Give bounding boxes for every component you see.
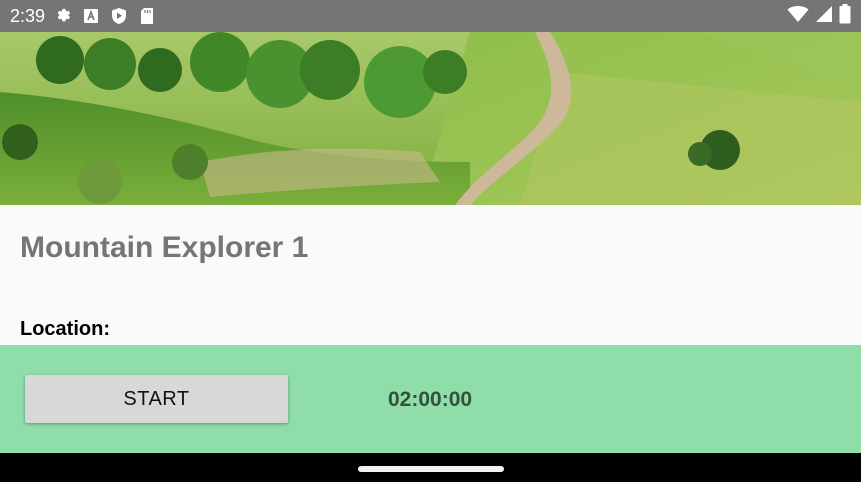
location-label: Location: xyxy=(20,318,110,340)
sd-card-icon xyxy=(137,6,157,26)
navigation-bar xyxy=(0,453,861,482)
gear-icon xyxy=(53,6,73,26)
battery-icon xyxy=(839,3,851,29)
page-title: Mountain Explorer 1 xyxy=(20,231,309,264)
status-bar: 2:39 xyxy=(0,0,861,32)
timer-display: 02:00:00 xyxy=(388,388,473,411)
status-time: 2:39 xyxy=(10,5,46,26)
wifi-icon xyxy=(787,5,809,28)
a-box-icon xyxy=(81,6,101,26)
content-area: Mountain Explorer 1 Location: xyxy=(0,205,861,345)
app-screen: 2:39 Mountain Explorer 1 Location: START… xyxy=(0,0,861,482)
home-gesture-handle[interactable] xyxy=(358,466,504,472)
status-right-icons xyxy=(787,3,851,29)
cell-signal-icon xyxy=(815,5,833,28)
start-button[interactable]: START xyxy=(25,375,288,423)
shield-play-icon xyxy=(109,6,129,26)
control-panel: START 02:00:00 xyxy=(0,345,861,453)
hero-image xyxy=(0,32,861,205)
